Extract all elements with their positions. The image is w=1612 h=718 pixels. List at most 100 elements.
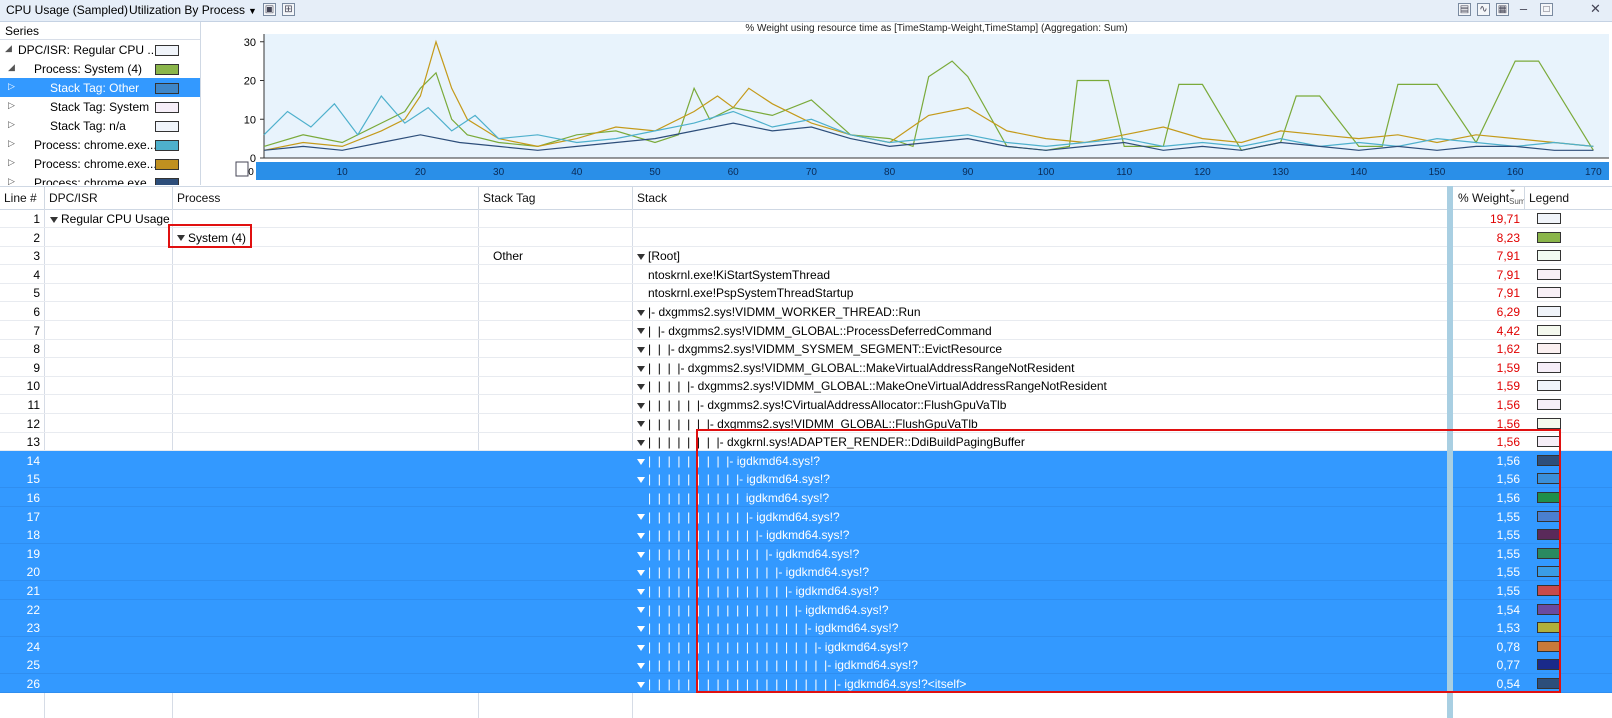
series-item[interactable]: ▷ Process: chrome.exe — [0, 173, 200, 185]
legend-swatch[interactable] — [1537, 250, 1561, 262]
table-row[interactable]: 10 | | | | |- dxgmms2.sys!VIDMM_GLOBAL::M… — [0, 376, 1612, 396]
table-row[interactable]: 1 Regular CPU Usage 19,71 — [0, 209, 1612, 228]
legend-swatch[interactable] — [1537, 678, 1561, 689]
table-row[interactable]: 5 ntoskrnl.exe!PspSystemThreadStartup 7,91 — [0, 283, 1612, 303]
series-color-swatch[interactable] — [155, 121, 179, 132]
table-row[interactable]: 20 | | | | | | | | | | | | | |- igdkmd64.… — [0, 562, 1612, 582]
table-row[interactable]: 26 | | | | | | | | | | | | | | | | | | | … — [0, 674, 1612, 693]
legend-swatch[interactable] — [1537, 529, 1561, 541]
column-header-dpc[interactable]: DPC/ISR — [49, 191, 98, 205]
series-color-swatch[interactable] — [155, 64, 179, 75]
table-row[interactable]: 9 | | | |- dxgmms2.sys!VIDMM_GLOBAL::Make… — [0, 358, 1612, 377]
collapse-arrow-icon[interactable]: ◢ — [5, 43, 12, 54]
legend-swatch[interactable] — [1537, 492, 1561, 503]
column-header-weight[interactable]: % Weight — [1458, 191, 1509, 205]
legend-swatch[interactable] — [1537, 343, 1561, 355]
expand-arrow-icon[interactable]: ▷ — [8, 81, 15, 92]
collapse-arrow-icon[interactable] — [637, 644, 645, 651]
legend-swatch[interactable] — [1537, 603, 1561, 615]
legend-swatch[interactable] — [1537, 306, 1561, 317]
column-divider[interactable] — [1524, 187, 1525, 209]
minimize-icon[interactable]: – — [1517, 2, 1530, 16]
column-header-legend[interactable]: Legend — [1529, 191, 1569, 205]
table-row[interactable]: 24 | | | | | | | | | | | | | | | | | |- i… — [0, 636, 1612, 656]
table-row[interactable]: 17 | | | | | | | | | | |- igdkmd64.sys!? 1… — [0, 506, 1612, 526]
legend-swatch[interactable] — [1537, 454, 1561, 466]
legend-swatch[interactable] — [1537, 361, 1561, 373]
series-item[interactable]: ◢ Process: System (4) — [0, 59, 200, 78]
table-row[interactable]: 21 | | | | | | | | | | | | | | |- igdkmd6… — [0, 581, 1612, 600]
series-item[interactable]: ▷ Process: chrome.exe... — [0, 135, 200, 154]
column-divider[interactable] — [632, 187, 633, 209]
timeline-bar[interactable] — [256, 162, 1609, 180]
legend-swatch[interactable] — [1537, 324, 1561, 336]
expand-arrow-icon[interactable]: ▷ — [8, 100, 15, 111]
series-color-swatch[interactable] — [155, 45, 179, 56]
series-color-swatch[interactable] — [155, 178, 179, 185]
preset-dropdown[interactable]: Utilization By Process ▼ — [129, 3, 257, 17]
table-row[interactable]: 18 | | | | | | | | | | | |- igdkmd64.sys!… — [0, 525, 1612, 545]
column-header-process[interactable]: Process — [177, 191, 220, 205]
legend-swatch[interactable] — [1537, 510, 1561, 522]
table-row[interactable]: 8 | | |- dxgmms2.sys!VIDMM_SYSMEM_SEGMENT… — [0, 339, 1612, 359]
legend-swatch[interactable] — [1537, 399, 1561, 410]
graph-table-icon[interactable]: ▤ — [1458, 3, 1471, 16]
collapse-arrow-icon[interactable] — [637, 626, 645, 633]
collapse-arrow-icon[interactable] — [637, 458, 645, 465]
expand-arrow-icon[interactable]: ▷ — [8, 176, 15, 185]
collapse-arrow-icon[interactable]: ◢ — [8, 62, 15, 73]
table-row[interactable]: 11 | | | | | |- dxgmms2.sys!CVirtualAddre… — [0, 395, 1612, 414]
series-item[interactable]: ▷ Process: chrome.exe... — [0, 154, 200, 173]
table-row[interactable]: 2 System (4) 8,23 — [0, 228, 1612, 247]
table-row[interactable]: 13 | | | | | | | |- dxgkrnl.sys!ADAPTER_R… — [0, 432, 1612, 452]
series-item[interactable]: ▷ Stack Tag: Other — [0, 78, 200, 97]
collapse-arrow-icon[interactable] — [637, 681, 645, 688]
legend-swatch[interactable] — [1537, 268, 1561, 280]
collapse-arrow-icon[interactable] — [637, 309, 645, 316]
close-icon[interactable]: ✕ — [1589, 2, 1602, 16]
legend-swatch[interactable] — [1537, 231, 1561, 243]
collapse-arrow-icon[interactable] — [637, 365, 645, 372]
collapse-arrow-icon[interactable] — [637, 551, 645, 558]
legend-swatch[interactable] — [1537, 417, 1561, 429]
expand-arrow-icon[interactable]: ▷ — [8, 157, 15, 168]
series-item[interactable]: ▷ Stack Tag: System — [0, 97, 200, 116]
collapse-arrow-icon[interactable] — [637, 570, 645, 577]
column-divider[interactable] — [44, 187, 45, 209]
collapse-arrow-icon[interactable] — [637, 347, 645, 354]
collapse-arrow-icon[interactable] — [637, 421, 645, 428]
maximize-icon[interactable]: □ — [1540, 3, 1553, 16]
legend-swatch[interactable] — [1537, 473, 1561, 485]
collapse-arrow-icon[interactable] — [637, 663, 645, 670]
collapse-arrow-icon[interactable] — [637, 440, 645, 447]
column-header-stack-tag[interactable]: Stack Tag — [483, 191, 535, 205]
table-row[interactable]: 4 ntoskrnl.exe!KiStartSystemThread 7,91 — [0, 265, 1612, 284]
table-row[interactable]: 15 | | | | | | | | | |- igdkmd64.sys!? 1,5… — [0, 469, 1612, 489]
legend-swatch[interactable] — [1537, 585, 1561, 596]
legend-swatch[interactable] — [1537, 436, 1561, 448]
zoom-to-selection-icon[interactable] — [235, 161, 249, 177]
legend-swatch[interactable] — [1537, 287, 1561, 299]
legend-swatch[interactable] — [1537, 380, 1561, 392]
collapse-arrow-icon[interactable] — [637, 402, 645, 409]
series-color-swatch[interactable] — [155, 159, 179, 170]
grid-settings-icon[interactable]: ⊞ — [282, 3, 295, 16]
collapse-arrow-icon[interactable] — [637, 533, 645, 540]
collapse-arrow-icon[interactable] — [177, 235, 185, 242]
collapse-arrow-icon[interactable] — [637, 328, 645, 335]
legend-swatch[interactable] — [1537, 213, 1561, 224]
expand-arrow-icon[interactable]: ▷ — [8, 119, 15, 130]
legend-swatch[interactable] — [1537, 659, 1561, 671]
column-header-stack[interactable]: Stack — [637, 191, 667, 205]
column-header-line[interactable]: Line # — [4, 191, 37, 205]
table-row[interactable]: 23 | | | | | | | | | | | | | | | | |- igd… — [0, 618, 1612, 638]
table-row[interactable]: 12 | | | | | | |- dxgmms2.sys!VIDMM_GLOBA… — [0, 414, 1612, 433]
collapse-arrow-icon[interactable] — [637, 254, 645, 261]
collapse-arrow-icon[interactable] — [637, 588, 645, 595]
collapse-arrow-icon[interactable] — [50, 216, 58, 223]
series-color-swatch[interactable] — [155, 140, 179, 151]
table-row[interactable]: 16 | | | | | | | | | | igdkmd64.sys!? 1,56 — [0, 488, 1612, 507]
table-row[interactable]: 25 | | | | | | | | | | | | | | | | | | |-… — [0, 655, 1612, 675]
table-row[interactable]: 3 Other [Root] 7,91 — [0, 246, 1612, 266]
line-chart[interactable]: % Weight using resource time as [TimeSta… — [201, 22, 1612, 185]
